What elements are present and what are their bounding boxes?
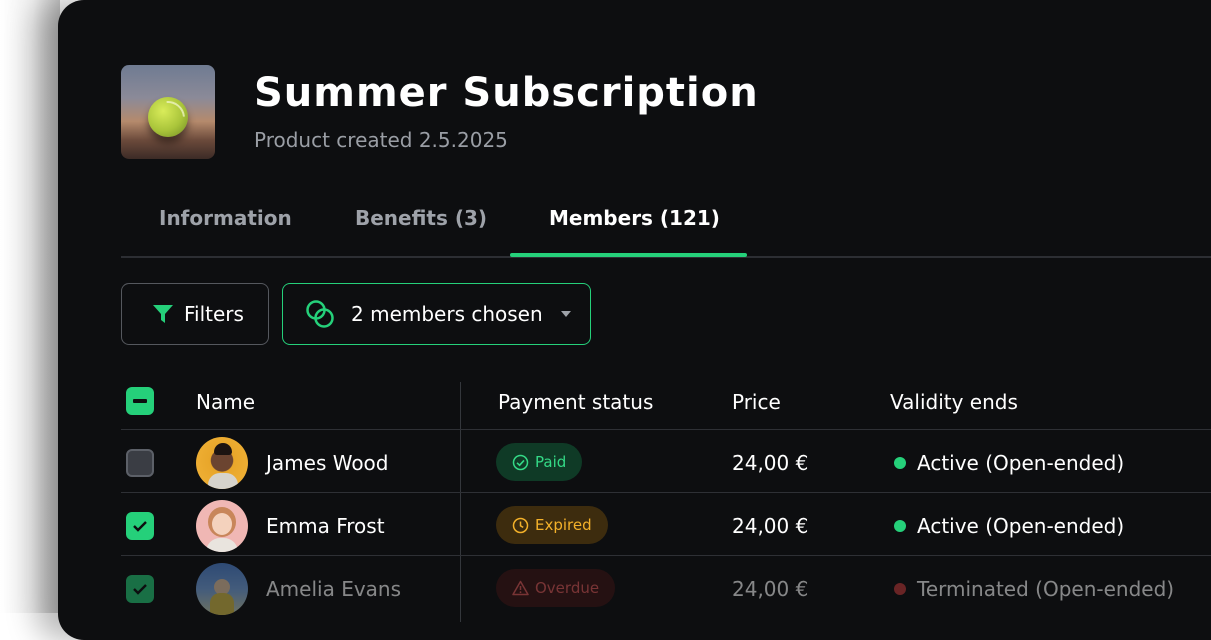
row-divider: [121, 555, 1211, 556]
validity-label: Active (Open-ended): [917, 514, 1125, 538]
row-checkbox[interactable]: [126, 512, 154, 540]
warning-triangle-icon: [512, 580, 529, 596]
column-header-payment-status[interactable]: Payment status: [498, 390, 653, 414]
linked-circles-icon: [306, 300, 334, 328]
row-checkbox[interactable]: [126, 449, 154, 477]
product-thumbnail: [121, 65, 215, 159]
avatar: [196, 500, 248, 552]
payment-status-label: Paid: [535, 453, 567, 471]
row-checkbox[interactable]: [126, 575, 154, 603]
payment-status-badge: Overdue: [496, 569, 616, 607]
members-chosen-dropdown[interactable]: 2 members chosen: [282, 283, 591, 345]
payment-status-badge: Paid: [496, 443, 583, 481]
header-divider: [121, 429, 1211, 430]
avatar: [196, 563, 248, 615]
checkmark-icon: [133, 584, 147, 595]
member-name[interactable]: Emma Frost: [266, 514, 385, 538]
validity-label: Active (Open-ended): [917, 451, 1125, 475]
clock-icon: [512, 517, 529, 533]
filters-button[interactable]: Filters: [121, 283, 269, 345]
validity-label: Terminated (Open-ended): [917, 577, 1175, 601]
payment-status-badge: Expired: [496, 506, 608, 544]
row-divider: [121, 492, 1211, 493]
price-value: 24,00 €: [732, 577, 809, 601]
product-panel: Summer Subscription Product created 2.5.…: [58, 0, 1211, 640]
tab-benefits[interactable]: Benefits (3): [355, 206, 487, 230]
product-created-date: Product created 2.5.2025: [254, 128, 508, 152]
members-chosen-label: 2 members chosen: [351, 302, 543, 326]
tennis-ball-seam: [144, 94, 192, 142]
select-all-checkbox[interactable]: [126, 387, 154, 415]
validity-status: Active (Open-ended): [894, 514, 1124, 538]
tab-information[interactable]: Information: [159, 206, 292, 230]
column-header-validity-ends[interactable]: Validity ends: [890, 390, 1018, 414]
checkmark-icon: [133, 521, 147, 532]
payment-status-label: Expired: [535, 516, 592, 534]
column-header-name[interactable]: Name: [196, 390, 255, 414]
page-edge-shadow: [0, 0, 60, 613]
price-value: 24,00 €: [732, 514, 809, 538]
status-dot: [894, 457, 906, 469]
tab-members[interactable]: Members (121): [549, 206, 720, 230]
avatar: [196, 437, 248, 489]
member-name[interactable]: Amelia Evans: [266, 577, 401, 601]
payment-status-label: Overdue: [535, 579, 600, 597]
funnel-icon: [153, 305, 173, 323]
member-name[interactable]: James Wood: [266, 451, 389, 475]
filters-label: Filters: [184, 302, 244, 326]
status-dot: [894, 583, 906, 595]
caret-down-icon: [560, 311, 571, 317]
check-circle-icon: [512, 454, 529, 470]
column-divider: [460, 382, 461, 622]
validity-status: Active (Open-ended): [894, 451, 1124, 475]
active-tab-indicator: [510, 253, 747, 257]
price-value: 24,00 €: [732, 451, 809, 475]
status-dot: [894, 520, 906, 532]
validity-status: Terminated (Open-ended): [894, 577, 1174, 601]
column-header-price[interactable]: Price: [732, 390, 781, 414]
page-title: Summer Subscription: [254, 70, 759, 116]
